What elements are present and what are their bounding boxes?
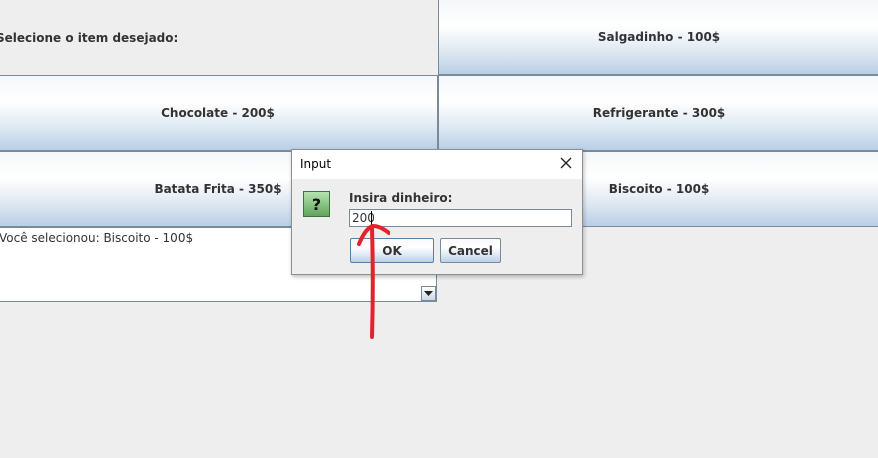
dialog-title: Input [300,157,332,171]
chocolate-button[interactable]: Chocolate - 200$ [0,75,438,151]
batata-frita-button-label: Batata Frita - 350$ [154,182,282,196]
biscoito-button-label: Biscoito - 100$ [608,182,710,196]
chocolate-button-label: Chocolate - 200$ [161,106,275,120]
ok-button[interactable]: OK [350,238,434,263]
refrigerante-button[interactable]: Refrigerante - 300$ [438,75,878,151]
money-input[interactable] [349,209,572,227]
cancel-button[interactable]: Cancel [440,238,501,263]
dialog-titlebar[interactable]: Input [292,150,582,179]
select-item-label: Selecione o item desejado: [0,31,179,45]
input-dialog: Input ? Insira dinheiro: OK Cancel [291,149,583,275]
chevron-down-icon [424,291,433,296]
salgadinho-button-label: Salgadinho - 100$ [597,30,721,44]
close-icon[interactable] [558,155,574,171]
question-icon: ? [303,191,330,217]
text-caret [371,211,372,225]
selection-output-text: Você selecionou: Biscoito - 100$ [0,231,194,245]
question-mark-glyph: ? [311,194,322,214]
ok-button-label: OK [382,243,402,258]
scroll-down-button[interactable] [421,286,436,301]
salgadinho-button[interactable]: Salgadinho - 100$ [438,0,878,75]
cancel-button-label: Cancel [448,243,493,258]
refrigerante-button-label: Refrigerante - 300$ [592,106,726,120]
dialog-prompt-label: Insira dinheiro: [349,191,453,205]
